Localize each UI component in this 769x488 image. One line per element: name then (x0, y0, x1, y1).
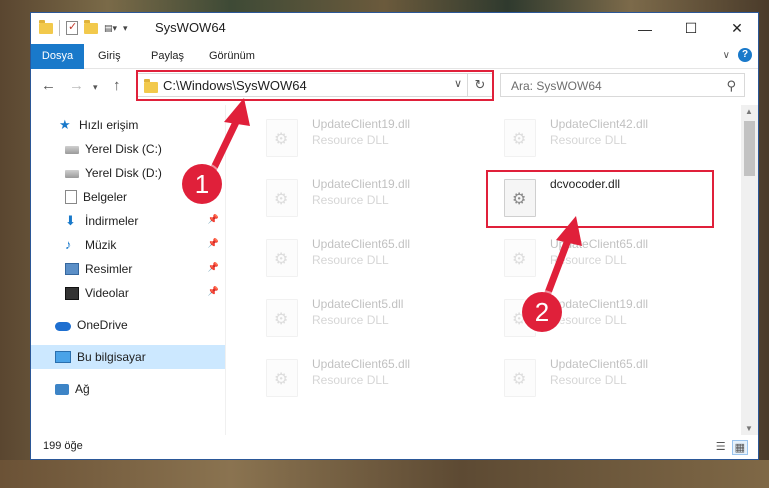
arrow-1-head (224, 98, 250, 126)
annotation-arrows (208, 98, 582, 302)
step-2-badge: 2 (522, 292, 562, 332)
step-1-badge: 1 (182, 164, 222, 204)
arrow-1-shaft (208, 114, 242, 176)
arrow-2-head (556, 216, 582, 246)
arrow-2-shaft (542, 236, 572, 302)
